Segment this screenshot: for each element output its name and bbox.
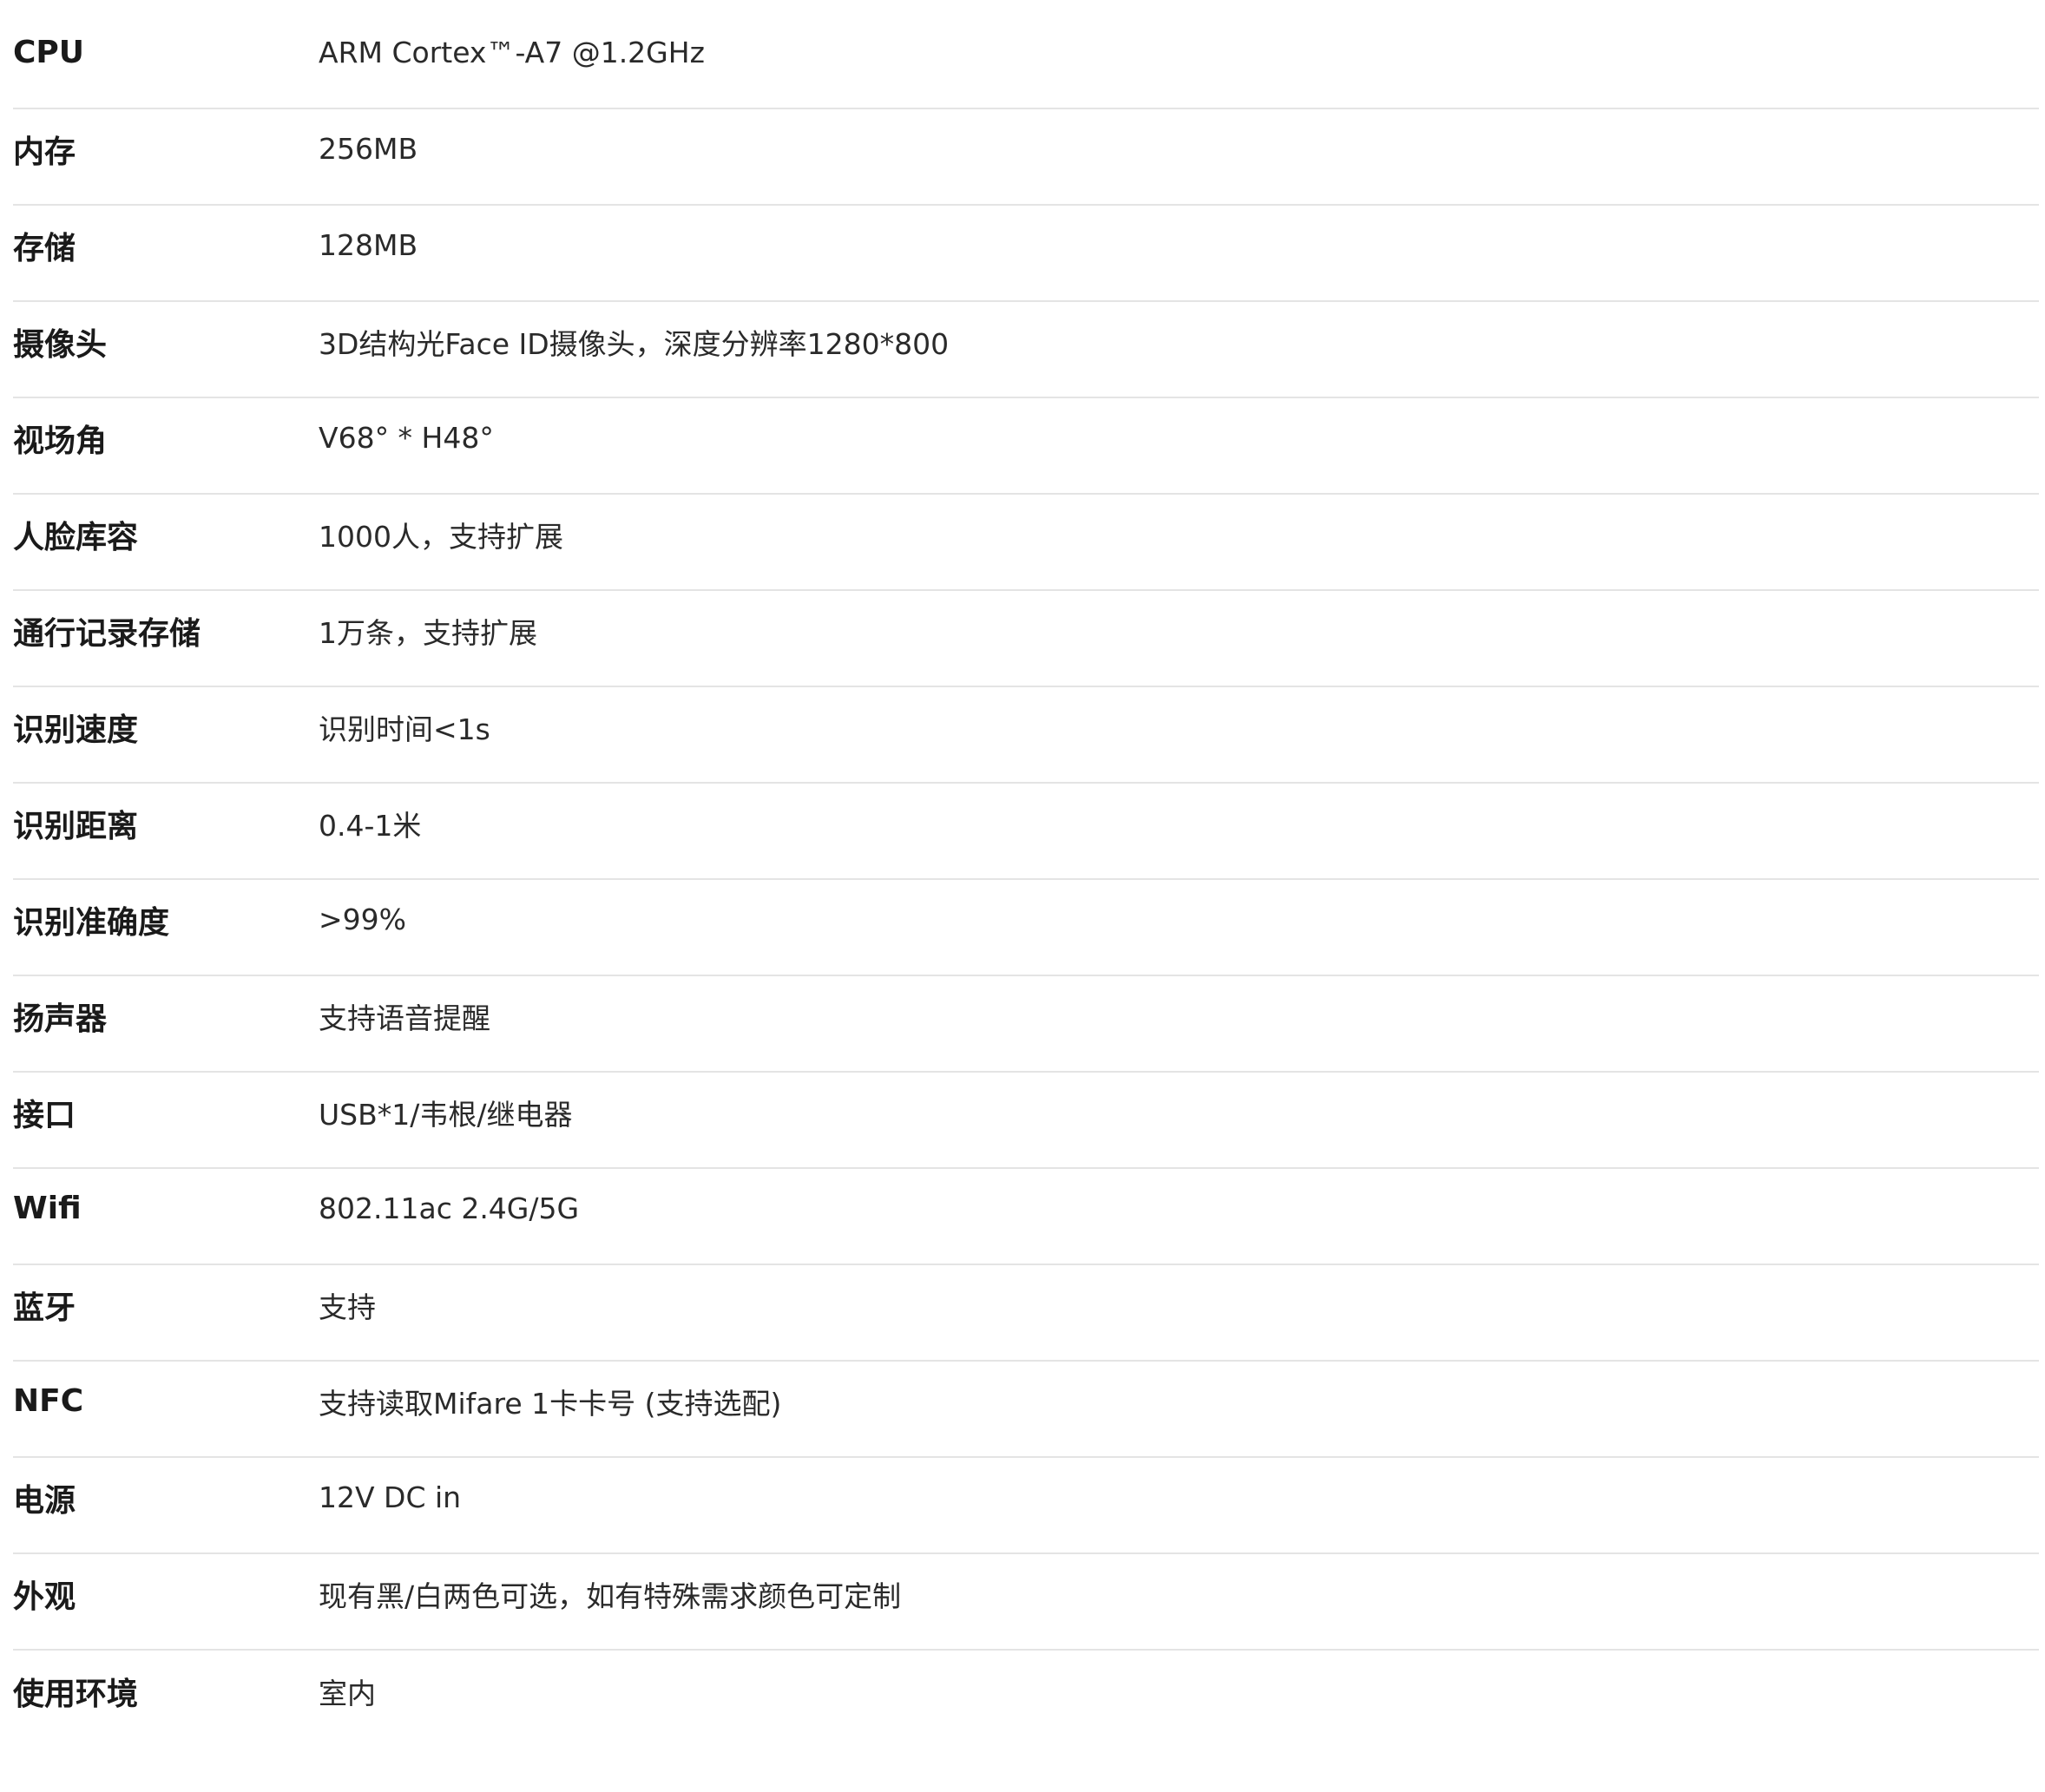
- spec-label: Wifi: [13, 1191, 82, 1226]
- spec-table: CPU ARM Cortex™-A7 @1.2GHz 内存 256MB 存储 1…: [13, 13, 2039, 1747]
- spec-row-appearance: 外观 现有黑/白两色可选，如有特殊需求颜色可定制: [13, 1554, 2039, 1651]
- spec-label: 人脸库容: [13, 519, 139, 555]
- spec-row-storage: 存储 128MB: [13, 206, 2039, 302]
- spec-label: 扬声器: [13, 1001, 108, 1037]
- spec-value: 识别时间<1s: [319, 712, 490, 746]
- spec-label: 视场角: [13, 423, 108, 459]
- spec-value: 支持语音提醒: [319, 1001, 490, 1035]
- spec-value: ARM Cortex™-A7 @1.2GHz: [319, 36, 705, 69]
- spec-label: 外观: [13, 1579, 76, 1615]
- spec-value: 1000人，支持扩展: [319, 519, 563, 554]
- spec-label: 内存: [13, 134, 76, 170]
- spec-label: 通行记录存储: [13, 615, 201, 652]
- spec-row-camera: 摄像头 3D结构光Face ID摄像头，深度分辨率1280*800: [13, 302, 2039, 398]
- spec-label: 电源: [13, 1482, 76, 1519]
- spec-value: 128MB: [319, 228, 418, 262]
- spec-label: 接口: [13, 1097, 76, 1133]
- spec-label: CPU: [13, 35, 85, 70]
- spec-label: NFC: [13, 1383, 84, 1419]
- spec-label: 摄像头: [13, 326, 108, 363]
- spec-value: USB*1/韦根/继电器: [319, 1097, 573, 1132]
- spec-value: 支持: [319, 1290, 376, 1324]
- spec-label: 使用环境: [13, 1676, 139, 1712]
- spec-row-wifi: Wifi 802.11ac 2.4G/5G: [13, 1169, 2039, 1265]
- spec-value: 12V DC in: [319, 1480, 462, 1514]
- spec-label: 识别距离: [13, 808, 139, 844]
- spec-row-nfc: NFC 支持读取Mifare 1卡卡号 (支持选配): [13, 1362, 2039, 1458]
- spec-row-bluetooth: 蓝牙 支持: [13, 1265, 2039, 1362]
- spec-value: 3D结构光Face ID摄像头，深度分辨率1280*800: [319, 326, 950, 361]
- spec-row-access-records: 通行记录存储 1万条，支持扩展: [13, 591, 2039, 687]
- spec-row-recognition-speed: 识别速度 识别时间<1s: [13, 687, 2039, 784]
- spec-row-memory: 内存 256MB: [13, 109, 2039, 206]
- spec-label: 存储: [13, 230, 76, 266]
- spec-row-recognition-accuracy: 识别准确度 >99%: [13, 880, 2039, 976]
- spec-row-cpu: CPU ARM Cortex™-A7 @1.2GHz: [13, 13, 2039, 109]
- spec-label: 蓝牙: [13, 1290, 76, 1326]
- spec-row-interface: 接口 USB*1/韦根/继电器: [13, 1073, 2039, 1169]
- spec-row-environment: 使用环境 室内: [13, 1651, 2039, 1747]
- spec-value: 256MB: [319, 132, 418, 166]
- spec-row-field-of-view: 视场角 V68° * H48°: [13, 398, 2039, 495]
- spec-row-speaker: 扬声器 支持语音提醒: [13, 976, 2039, 1073]
- spec-row-power: 电源 12V DC in: [13, 1458, 2039, 1554]
- spec-value: V68° * H48°: [319, 421, 494, 455]
- spec-row-recognition-distance: 识别距离 0.4-1米: [13, 784, 2039, 880]
- spec-value: 0.4-1米: [319, 808, 422, 843]
- spec-value: >99%: [319, 903, 406, 936]
- spec-value: 802.11ac 2.4G/5G: [319, 1191, 580, 1225]
- spec-label: 识别速度: [13, 712, 139, 748]
- spec-label: 识别准确度: [13, 904, 170, 941]
- spec-value: 1万条，支持扩展: [319, 615, 537, 650]
- spec-value: 支持读取Mifare 1卡卡号 (支持选配): [319, 1386, 782, 1421]
- spec-value: 室内: [319, 1676, 376, 1710]
- spec-row-face-capacity: 人脸库容 1000人，支持扩展: [13, 495, 2039, 591]
- spec-value: 现有黑/白两色可选，如有特殊需求颜色可定制: [319, 1579, 902, 1613]
